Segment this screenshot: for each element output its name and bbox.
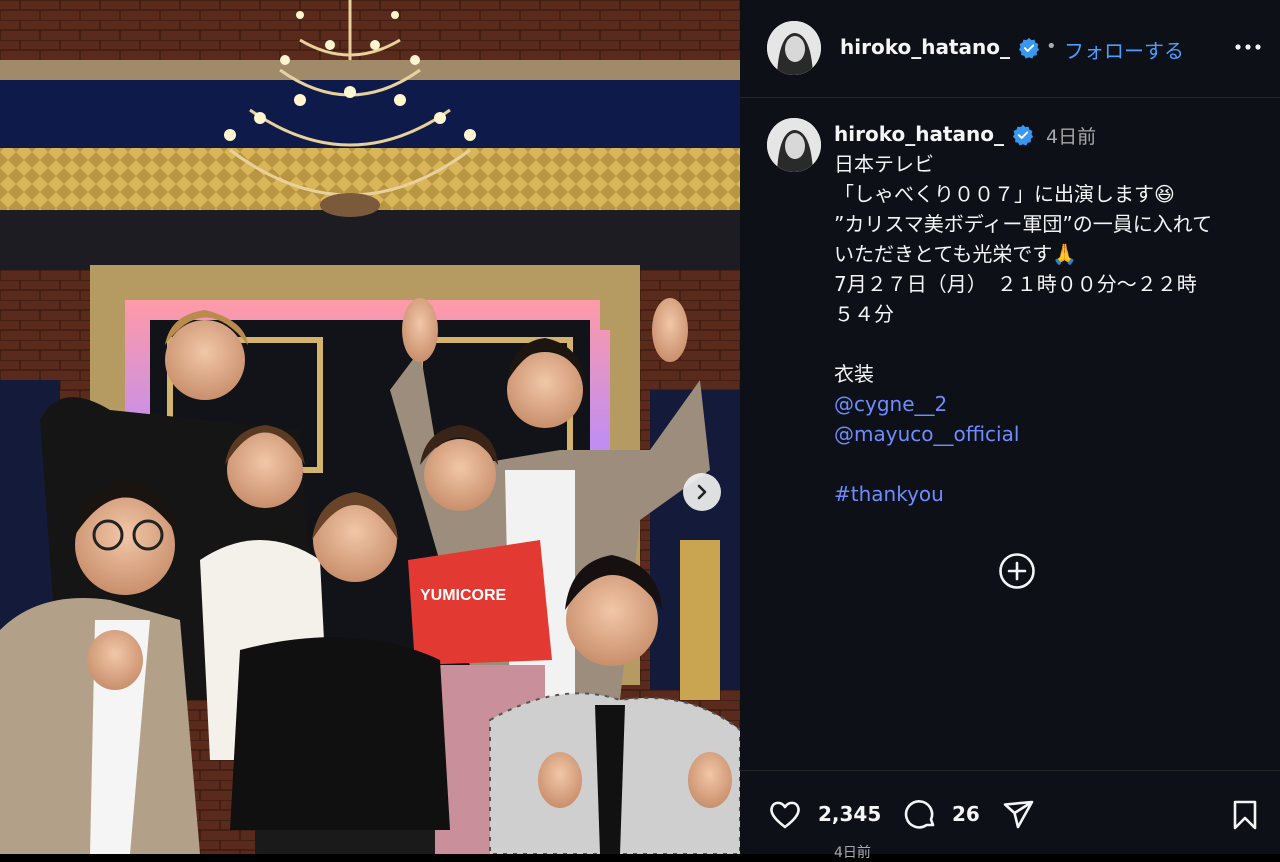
mention-link[interactable]: @cygne__2	[834, 389, 1270, 419]
add-circle-icon[interactable]	[998, 552, 1036, 590]
studio-group-photo: YUMICORE	[0, 0, 740, 854]
carousel-next-button[interactable]	[683, 473, 721, 511]
hashtag-link[interactable]: #thankyou	[834, 479, 1270, 509]
comment-bubble-icon[interactable]	[904, 798, 938, 832]
caption-text: 日本テレビ 「しゃべくり００７」に出演します😆 ”カリスマ美ボディー軍団”の一員…	[834, 149, 1270, 509]
post-header: hiroko_hatano_ • フォローする	[740, 0, 1280, 98]
caption-line: 7月２７日（月） ２１時００分〜２２時	[834, 272, 1197, 296]
heart-icon[interactable]	[768, 798, 802, 832]
caption-line: 「しゃべくり００７」に出演します😆	[834, 182, 1175, 206]
more-options-icon[interactable]	[1233, 35, 1263, 59]
post-time[interactable]: 4日前	[1046, 122, 1096, 149]
post-photo[interactable]: YUMICORE	[0, 0, 740, 854]
post-date: 4日前	[834, 845, 871, 861]
caption-line: 日本テレビ	[834, 152, 934, 176]
verified-badge-icon	[1012, 124, 1034, 146]
profile-photo	[767, 118, 821, 172]
follow-button[interactable]: フォローする	[1064, 35, 1184, 64]
caption-line: ”カリスマ美ボディー軍団”の一員に入れて	[834, 212, 1213, 236]
avatar[interactable]	[767, 21, 821, 75]
separator-dot: •	[1046, 36, 1057, 57]
action-bar: 2,345 26	[740, 770, 1280, 855]
chevron-right-icon	[697, 484, 707, 500]
caption-line	[834, 329, 1270, 359]
shirt-text: YUMICORE	[420, 587, 507, 604]
caption-line: 衣装	[834, 362, 874, 386]
caption-line: ５４分	[834, 302, 894, 326]
comment-count[interactable]: 26	[952, 802, 980, 826]
caption-line: いただきとても光栄です🙏	[834, 242, 1078, 266]
caption-username[interactable]: hiroko_hatano_	[834, 122, 1004, 146]
paper-plane-icon[interactable]	[1002, 798, 1036, 832]
mention-link[interactable]: @mayuco__official	[834, 419, 1270, 449]
like-count[interactable]: 2,345	[818, 802, 881, 826]
post-side-panel: hiroko_hatano_ • フォローする hiroko_hatano_ 4…	[740, 0, 1280, 861]
caption-avatar[interactable]	[767, 118, 821, 172]
verified-badge-icon	[1018, 37, 1040, 59]
bookmark-icon[interactable]	[1228, 798, 1262, 832]
profile-photo	[767, 21, 821, 75]
header-username[interactable]: hiroko_hatano_	[840, 35, 1010, 59]
